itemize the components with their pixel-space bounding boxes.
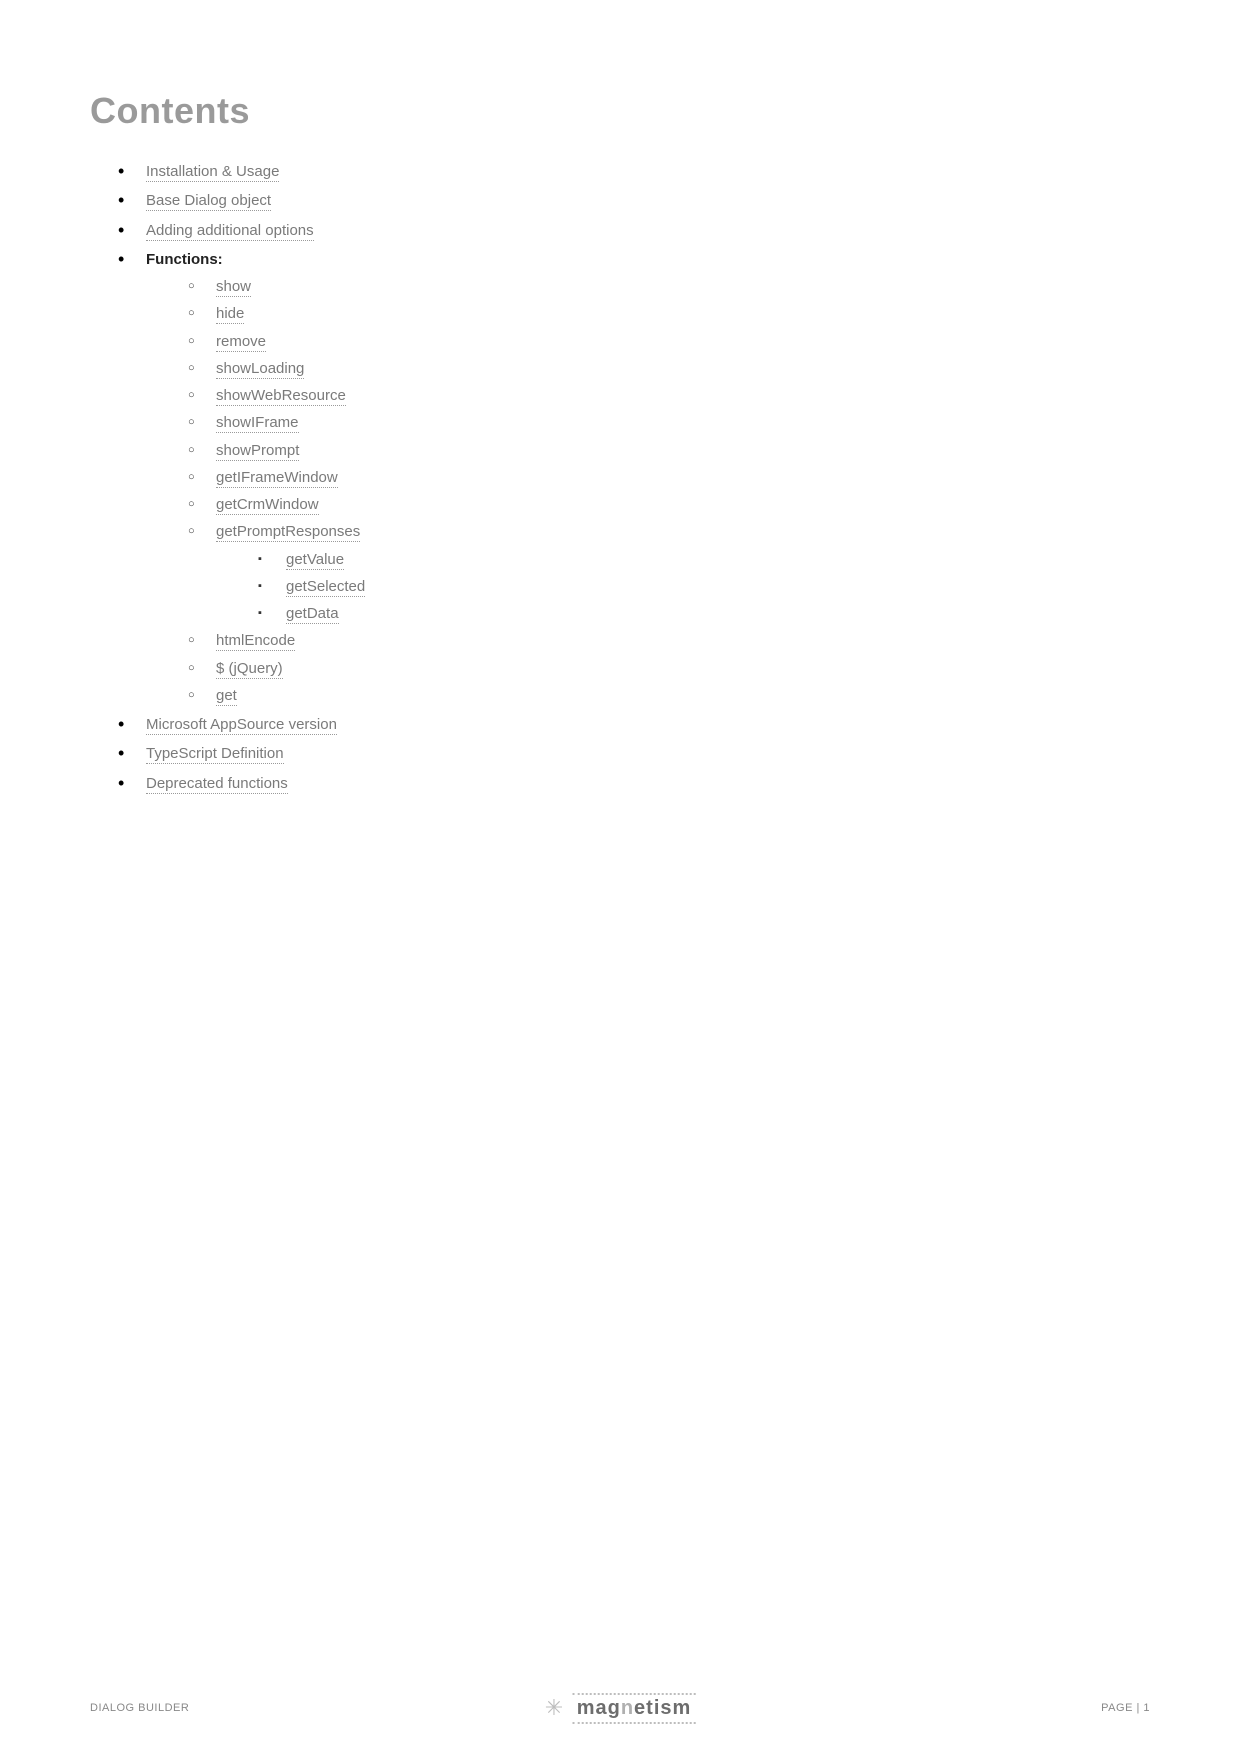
toc-link[interactable]: getValue [286, 551, 344, 570]
toc-item: getCrmWindow [188, 493, 1150, 516]
toc-link[interactable]: showWebResource [216, 387, 346, 406]
toc-link[interactable]: Microsoft AppSource version [146, 716, 337, 735]
toc-item: showWebResource [188, 384, 1150, 407]
toc-item: hide [188, 302, 1150, 325]
toc-link[interactable]: remove [216, 333, 266, 352]
toc-link[interactable]: showPrompt [216, 442, 299, 461]
toc-link[interactable]: showIFrame [216, 414, 299, 433]
page-footer: DIALOG BUILDER magnetism PAGE | 1 [0, 1702, 1240, 1714]
toc-link[interactable]: getCrmWindow [216, 496, 319, 515]
toc-link[interactable]: hide [216, 305, 244, 324]
toc-link[interactable]: getIFrameWindow [216, 469, 338, 488]
toc-item: getIFrameWindow [188, 466, 1150, 489]
toc-link[interactable]: $ (jQuery) [216, 660, 283, 679]
footer-brand: magnetism [545, 1693, 696, 1724]
toc-item: Installation & Usage [118, 160, 1150, 183]
toc-item: Adding additional options [118, 219, 1150, 242]
toc-link[interactable]: show [216, 278, 251, 297]
toc-item: Deprecated functions [118, 772, 1150, 795]
toc-link[interactable]: get [216, 687, 237, 706]
brand-logo-icon [545, 1697, 567, 1719]
footer-left: DIALOG BUILDER [90, 1702, 189, 1714]
toc-link[interactable]: Base Dialog object [146, 192, 271, 211]
toc-link[interactable]: Deprecated functions [146, 775, 288, 794]
toc-list: Installation & Usage Base Dialog object Ad… [90, 160, 1150, 795]
brand-suffix: etism [634, 1697, 691, 1719]
toc-sublist: show hide remove showLoading showWebResource… [146, 275, 1150, 707]
toc-link[interactable]: Installation & Usage [146, 163, 279, 182]
toc-link[interactable]: Adding additional options [146, 222, 314, 241]
toc-subsublist: getValue getSelected getData [216, 548, 1150, 626]
toc-link[interactable]: showLoading [216, 360, 304, 379]
toc-link[interactable]: TypeScript Definition [146, 745, 284, 764]
toc-link[interactable]: htmlEncode [216, 632, 295, 651]
toc-item: get [188, 684, 1150, 707]
toc-link[interactable]: getData [286, 605, 339, 624]
toc-item: TypeScript Definition [118, 742, 1150, 765]
toc-item: htmlEncode [188, 629, 1150, 652]
toc-item: $ (jQuery) [188, 657, 1150, 680]
toc-item: remove [188, 330, 1150, 353]
brand-accent: n [621, 1697, 634, 1719]
toc-label: Functions: [146, 251, 223, 268]
toc-item: Microsoft AppSource version [118, 713, 1150, 736]
toc-link[interactable]: getSelected [286, 578, 365, 597]
toc-item: showIFrame [188, 411, 1150, 434]
toc-item: getValue [258, 548, 1150, 571]
toc-link[interactable]: getPromptResponses [216, 523, 360, 542]
toc-item: getPromptResponsesgetValuegetSelectedget… [188, 520, 1150, 625]
footer-right: PAGE | 1 [1101, 1702, 1150, 1714]
toc-item: Base Dialog object [118, 189, 1150, 212]
brand-logo-text: magnetism [573, 1693, 696, 1724]
toc-item: show [188, 275, 1150, 298]
toc-item: showPrompt [188, 439, 1150, 462]
brand-prefix: mag [577, 1697, 621, 1719]
page-title: Contents [90, 90, 1150, 132]
toc-item: getSelected [258, 575, 1150, 598]
toc-item: showLoading [188, 357, 1150, 380]
toc-item: getData [258, 602, 1150, 625]
toc-item: Functions: show hide remove showLoading showW… [118, 248, 1150, 707]
